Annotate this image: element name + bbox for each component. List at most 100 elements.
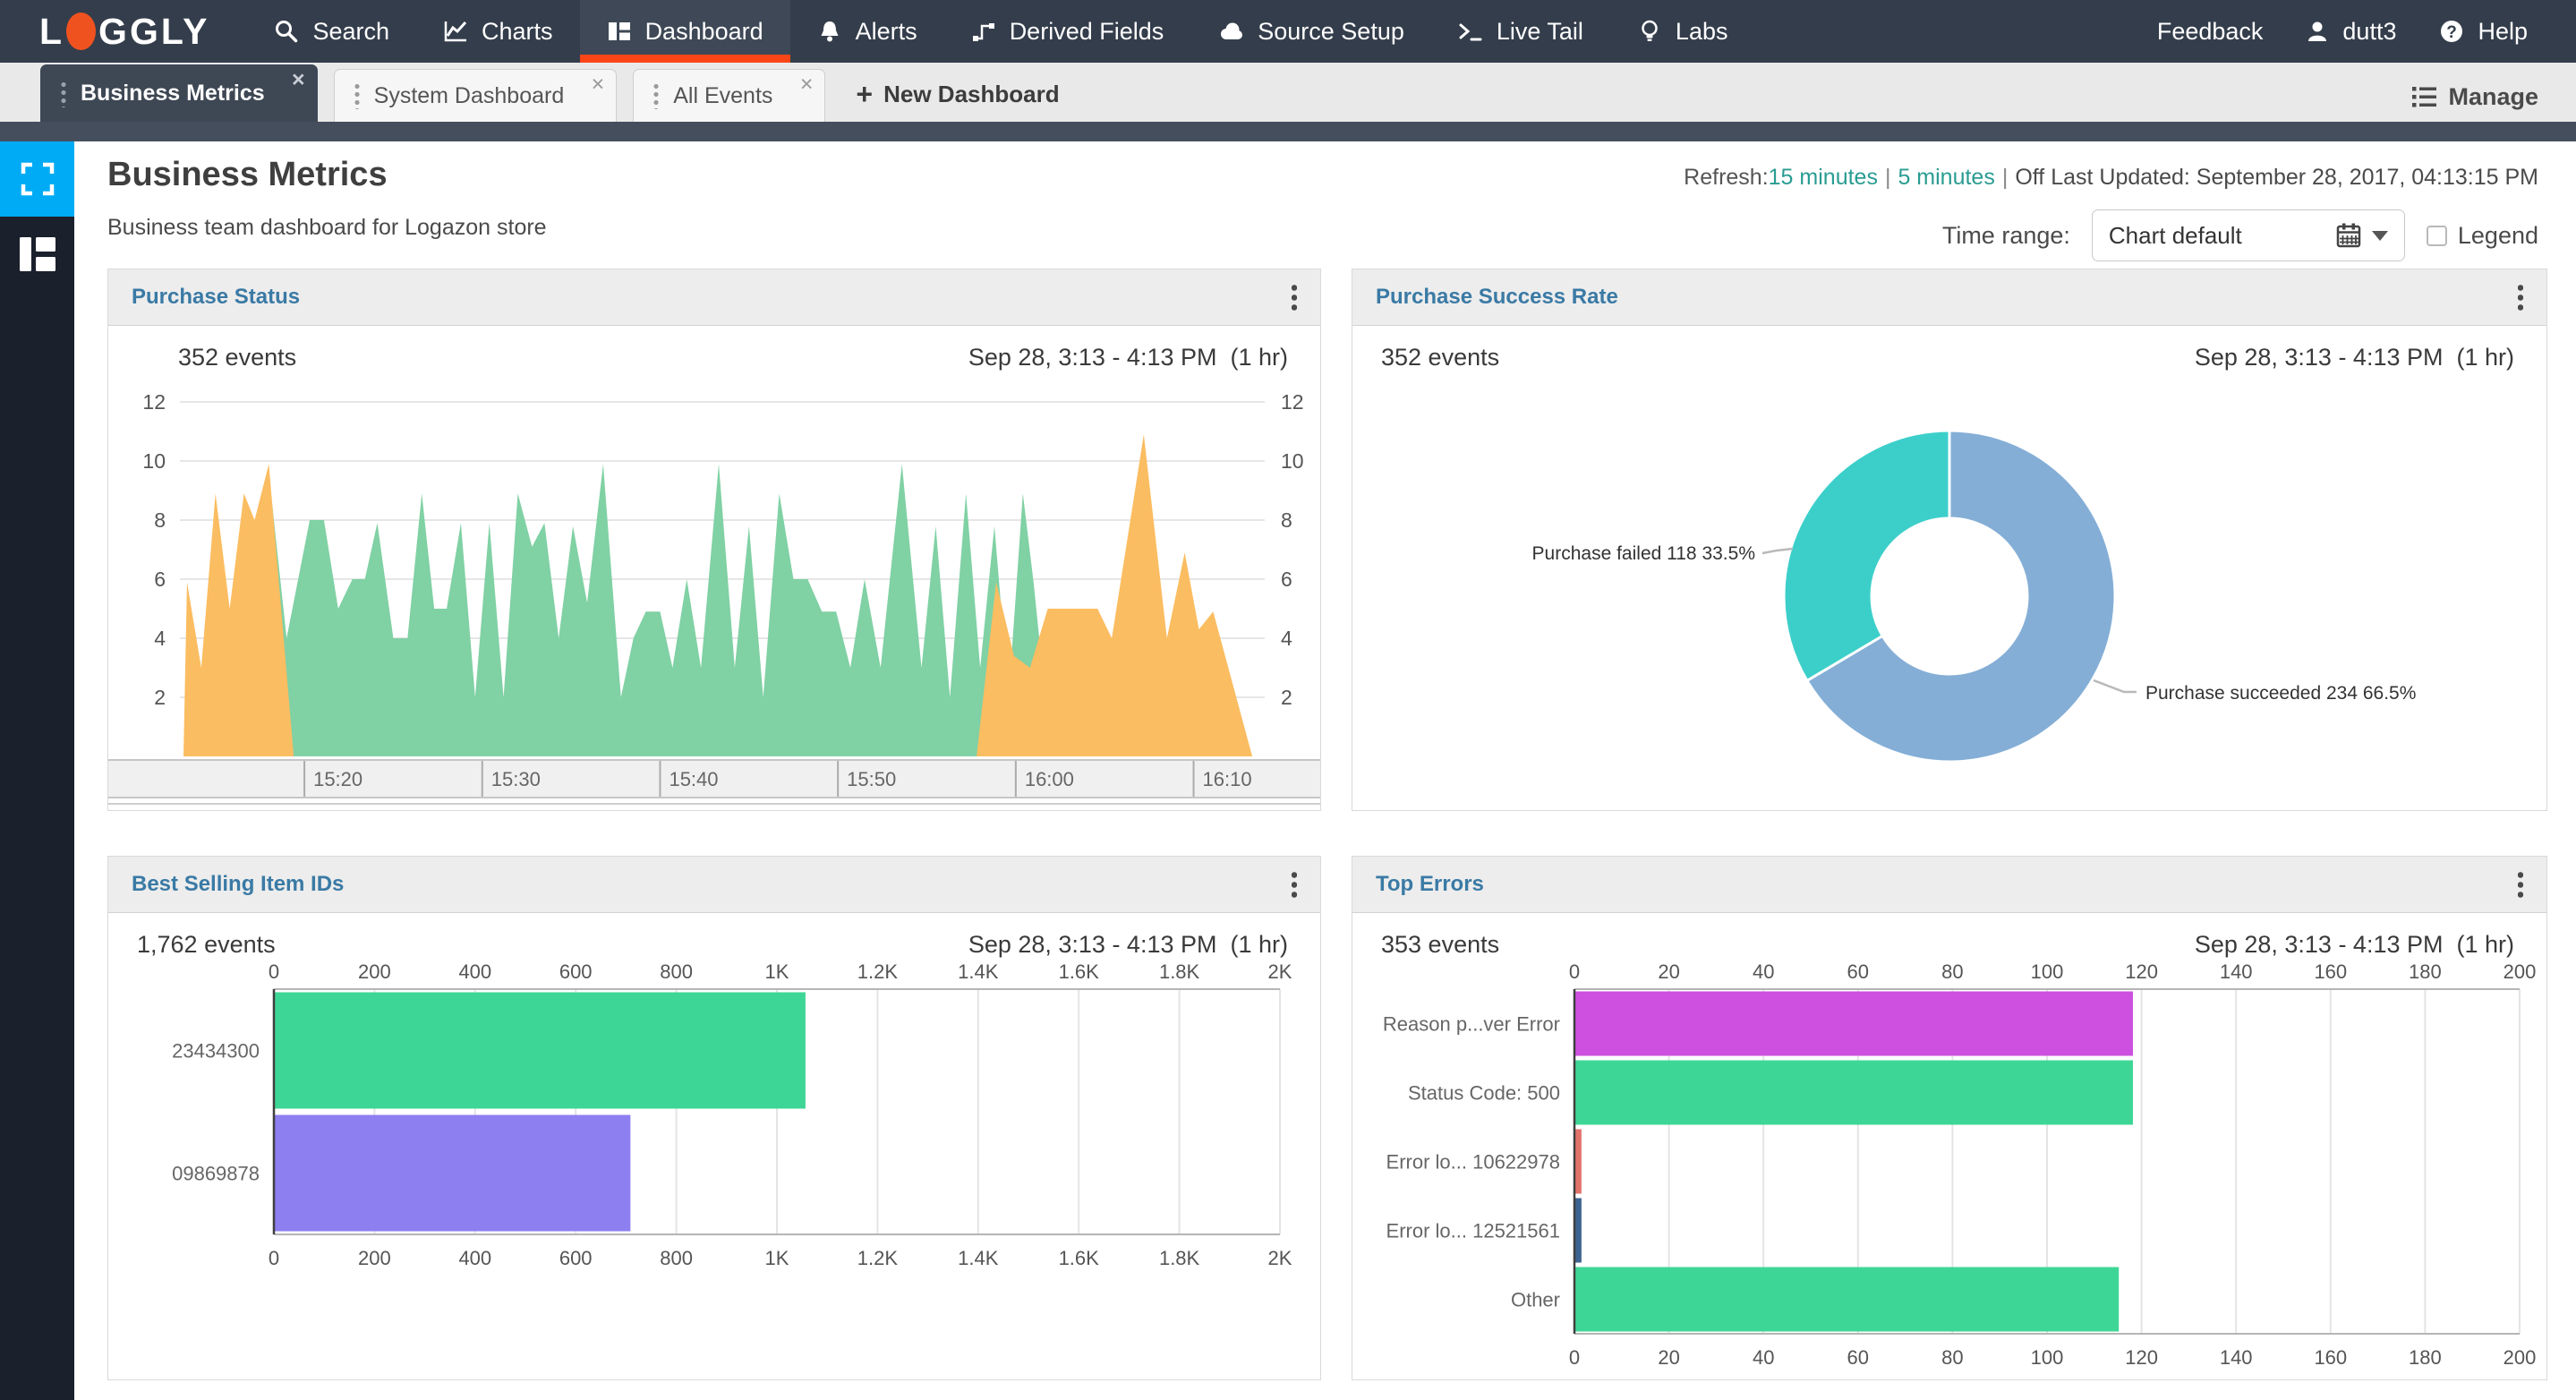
- dashboard-icon: [607, 19, 632, 44]
- terminal-icon: [1458, 19, 1483, 44]
- nav-item-dashboard[interactable]: Dashboard: [579, 0, 790, 63]
- svg-text:160: 160: [2314, 1346, 2347, 1369]
- svg-text:1K: 1K: [765, 962, 789, 983]
- svg-text:1.6K: 1.6K: [1059, 1247, 1100, 1269]
- legend-toggle: Legend: [2426, 222, 2538, 250]
- svg-text:40: 40: [1753, 962, 1774, 983]
- svg-text:140: 140: [2220, 1346, 2253, 1369]
- kebab-menu-icon[interactable]: [1292, 283, 1297, 312]
- svg-text:200: 200: [2503, 1346, 2537, 1369]
- svg-text:100: 100: [2031, 962, 2064, 983]
- panel-header: Top Errors: [1352, 857, 2546, 913]
- svg-text:4: 4: [154, 627, 166, 650]
- panel-title: Purchase Status: [132, 285, 301, 309]
- svg-text:Other: Other: [1511, 1289, 1560, 1311]
- svg-text:600: 600: [559, 962, 593, 983]
- nav-item-derived-fields[interactable]: Derived Fields: [944, 0, 1191, 63]
- svg-text:6: 6: [154, 568, 166, 591]
- sidebar-item-dashboards[interactable]: [0, 217, 74, 292]
- nav-item-alerts[interactable]: Alerts: [790, 0, 944, 63]
- nav-item-live-tail[interactable]: Live Tail: [1431, 0, 1610, 63]
- nav-item-charts[interactable]: Charts: [416, 0, 580, 63]
- svg-text:200: 200: [2503, 962, 2537, 983]
- fullscreen-button[interactable]: [0, 141, 74, 217]
- panel-header: Purchase Success Rate: [1352, 269, 2546, 326]
- tab-label: Business Metrics: [81, 81, 265, 106]
- svg-text:800: 800: [660, 962, 693, 983]
- svg-text:200: 200: [358, 962, 391, 983]
- panel-purchase-status: Purchase Status 352 events Sep 28, 3:13 …: [107, 269, 1321, 811]
- close-icon[interactable]: ×: [592, 73, 605, 96]
- nav-item-labs[interactable]: Labs: [1610, 0, 1755, 63]
- svg-text:120: 120: [2125, 962, 2158, 983]
- svg-text:60: 60: [1847, 962, 1869, 983]
- tab-all-events[interactable]: All Events ×: [633, 69, 826, 122]
- loggly-logo[interactable]: L GGLY: [0, 0, 247, 63]
- refresh-off-option[interactable]: Off: [2015, 165, 2044, 190]
- nav-item-search[interactable]: Search: [247, 0, 416, 63]
- plus-icon: +: [856, 78, 874, 110]
- svg-text:2K: 2K: [1268, 962, 1292, 983]
- lightbulb-icon: [1637, 19, 1662, 44]
- purchase-success-donut-chart[interactable]: Purchase succeeded 234 66.5% Purchase fai…: [1352, 375, 2546, 805]
- refresh-15-min-link[interactable]: 15 minutes: [1769, 165, 1878, 190]
- help-menu[interactable]: ? Help: [2428, 18, 2538, 46]
- close-icon[interactable]: ×: [292, 69, 305, 91]
- refresh-5-min-link[interactable]: 5 minutes: [1898, 165, 1994, 190]
- svg-text:16:00: 16:00: [1025, 768, 1074, 790]
- svg-text:12: 12: [1281, 390, 1304, 414]
- panel-title: Top Errors: [1376, 872, 1484, 896]
- tab-bar-divider: [0, 122, 2576, 141]
- kebab-menu-icon[interactable]: [2518, 283, 2523, 312]
- kebab-menu-icon[interactable]: [2518, 870, 2523, 899]
- top-nav: L GGLY Search Charts Dashboard Alerts Der…: [0, 0, 2576, 63]
- legend-checkbox[interactable]: [2426, 225, 2447, 246]
- new-dashboard-button[interactable]: + New Dashboard: [856, 78, 1059, 111]
- nav-item-source-setup[interactable]: Source Setup: [1190, 0, 1431, 63]
- svg-text:15:20: 15:20: [313, 768, 363, 790]
- svg-text:10: 10: [142, 449, 166, 473]
- svg-text:20: 20: [1658, 1346, 1679, 1369]
- svg-text:0: 0: [1569, 962, 1580, 983]
- feedback-link[interactable]: Feedback: [2146, 18, 2274, 46]
- dashboard-icon: [19, 237, 55, 271]
- top-errors-bar-chart[interactable]: 0 0 20 20 40 40 60 60 80 80 100 100 120 120 140 140 160 1…: [1352, 962, 2546, 1377]
- tab-system-dashboard[interactable]: System Dashboard ×: [333, 69, 618, 122]
- svg-text:40: 40: [1753, 1346, 1774, 1369]
- tab-business-metrics[interactable]: Business Metrics ×: [40, 64, 318, 122]
- svg-text:Purchase succeeded 234 66.5%: Purchase succeeded 234 66.5%: [2145, 683, 2416, 704]
- events-count: 352 events: [178, 344, 297, 371]
- manage-button[interactable]: Manage: [2412, 83, 2576, 111]
- svg-text:1.6K: 1.6K: [1059, 962, 1100, 983]
- page-subtitle: Business team dashboard for Logazon stor…: [107, 215, 547, 240]
- drag-handle-icon[interactable]: [653, 82, 660, 109]
- nav-label: Alerts: [855, 17, 917, 45]
- kebab-menu-icon[interactable]: [1292, 870, 1297, 899]
- nav-label: Labs: [1675, 17, 1728, 45]
- close-icon[interactable]: ×: [800, 73, 814, 96]
- user-menu[interactable]: dutt3: [2295, 18, 2407, 46]
- tab-label: All Events: [673, 82, 773, 108]
- time-range-select[interactable]: Chart default: [2091, 209, 2405, 261]
- drag-handle-icon[interactable]: [61, 80, 66, 107]
- calendar-icon: [2336, 223, 2361, 248]
- svg-text:8: 8: [154, 508, 166, 532]
- svg-text:4: 4: [1281, 627, 1292, 650]
- svg-text:15:50: 15:50: [847, 768, 896, 790]
- svg-text:23434300: 23434300: [172, 1040, 260, 1063]
- svg-text:Error lo... 10622978: Error lo... 10622978: [1386, 1151, 1560, 1174]
- panel-top-errors: Top Errors 353 events Sep 28, 3:13 - 4:1…: [1352, 856, 2547, 1380]
- svg-text:?: ?: [2447, 23, 2458, 42]
- manage-label: Manage: [2448, 83, 2538, 110]
- svg-text:Purchase failed 118 33.5%: Purchase failed 118 33.5%: [1532, 543, 1755, 564]
- drag-handle-icon[interactable]: [354, 82, 360, 109]
- svg-text:400: 400: [458, 962, 491, 983]
- svg-text:12: 12: [142, 390, 166, 414]
- refresh-controls: Refresh:15 minutes | 5 minutes | Off Last Up…: [1684, 165, 2538, 191]
- purchase-status-area-chart[interactable]: 2 2 4 4 6 6 8 8 10 10 12 12 15:20 15:30 15:40 15:50 16:0…: [108, 375, 1320, 807]
- svg-text:1.4K: 1.4K: [958, 962, 999, 983]
- svg-text:800: 800: [660, 1247, 693, 1269]
- username-label: dutt3: [2342, 17, 2397, 45]
- best-selling-bar-chart[interactable]: 0 0 200 200 400 400 600 600 800 800 1K 1K 1.2K 1.2K 1.…: [108, 962, 1320, 1277]
- panel-purchase-success-rate: Purchase Success Rate 352 events Sep 28,…: [1352, 269, 2547, 811]
